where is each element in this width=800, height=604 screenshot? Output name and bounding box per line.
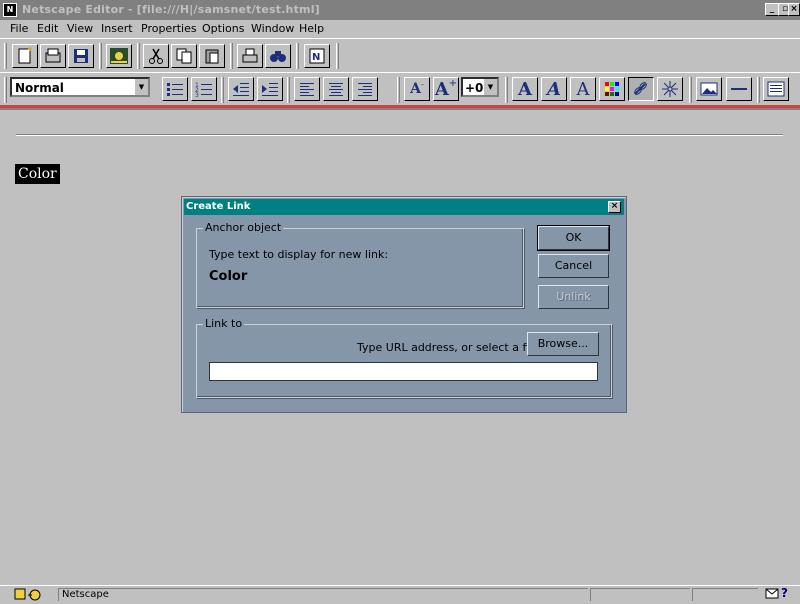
chevron-down-icon[interactable]: ▼: [134, 79, 148, 95]
chevron-down-icon[interactable]: ▼: [483, 79, 497, 95]
toolbar-separator: [757, 77, 760, 103]
numbered-list-icon[interactable]: 123: [191, 77, 217, 101]
find-icon[interactable]: [265, 44, 291, 68]
toolbar-separator: [287, 77, 290, 103]
align-left-icon[interactable]: [294, 77, 320, 101]
selected-text[interactable]: Color: [15, 164, 60, 184]
publish-icon[interactable]: [106, 44, 132, 68]
standard-toolbar: N: [0, 38, 800, 73]
help-icon[interactable]: ?: [781, 586, 795, 600]
anchor-text: Color: [209, 269, 248, 284]
font-size-select[interactable]: +0 ▼: [461, 77, 499, 97]
status-bar: Netscape ?: [0, 585, 800, 601]
italic-icon[interactable]: A: [541, 77, 567, 101]
table-icon[interactable]: [763, 77, 789, 101]
target-icon[interactable]: [657, 77, 683, 101]
toolbar-grip[interactable]: [4, 43, 7, 69]
align-right-icon[interactable]: [352, 77, 378, 101]
close-window-icon[interactable]: ×: [788, 3, 800, 16]
menu-properties[interactable]: Properties: [141, 22, 197, 35]
status-text-panel: Netscape: [58, 588, 588, 601]
svg-text:N: N: [312, 52, 320, 63]
dialog-title: Create Link: [186, 201, 251, 212]
netscape-icon[interactable]: N: [3, 3, 17, 17]
menu-window[interactable]: Window: [251, 22, 294, 35]
browse-button[interactable]: Browse...: [527, 332, 599, 356]
open-icon[interactable]: [40, 44, 66, 68]
paste-icon[interactable]: [199, 44, 225, 68]
menu-help[interactable]: Help: [299, 22, 324, 35]
status-panel: [692, 588, 758, 601]
menu-file[interactable]: File: [10, 22, 28, 35]
image-icon[interactable]: [696, 77, 722, 101]
toolbar-separator: [689, 77, 692, 103]
menu-insert[interactable]: Insert: [101, 22, 133, 35]
browse-icon[interactable]: N: [304, 44, 330, 68]
status-progress-panel: [590, 588, 690, 601]
svg-text:3: 3: [195, 92, 199, 97]
new-doc-icon[interactable]: [12, 44, 38, 68]
mail-icon[interactable]: [765, 587, 779, 599]
fixed-width-icon[interactable]: A: [570, 77, 596, 101]
decrease-indent-icon[interactable]: [228, 77, 254, 101]
copy-icon[interactable]: [171, 44, 197, 68]
security-key-icon[interactable]: [12, 587, 46, 601]
anchor-group-label: Anchor object: [203, 221, 284, 234]
toolbar-separator: [137, 43, 140, 69]
link-icon[interactable]: [628, 77, 654, 101]
unlink-button[interactable]: Unlink: [538, 285, 609, 309]
menu-options[interactable]: Options: [202, 22, 244, 35]
increase-font-icon[interactable]: A +: [433, 77, 459, 101]
url-input[interactable]: [209, 362, 598, 381]
toolbar-grip[interactable]: [4, 77, 7, 103]
window-titlebar[interactable]: N Netscape Editor - [file:///H|/samsnet/…: [0, 0, 800, 20]
status-text: Netscape: [62, 589, 109, 600]
menu-bar: File Edit View Insert Properties Options…: [0, 20, 800, 38]
print-icon[interactable]: [237, 44, 263, 68]
align-center-icon[interactable]: [323, 77, 349, 101]
paragraph-style-select[interactable]: Normal ▼: [10, 77, 150, 97]
toolbar-separator: [99, 43, 102, 69]
anchor-prompt: Type text to display for new link:: [209, 248, 389, 261]
toolbar-separator: [296, 43, 299, 69]
toolbar-separator: [397, 77, 400, 103]
menu-view[interactable]: View: [67, 22, 93, 35]
minimize-icon[interactable]: _: [765, 3, 779, 16]
horizontal-rule: [16, 134, 783, 136]
ok-button[interactable]: OK: [537, 225, 610, 251]
menu-edit[interactable]: Edit: [37, 22, 58, 35]
close-icon[interactable]: ×: [608, 201, 621, 213]
toolbar-separator: [505, 77, 508, 103]
hline-icon[interactable]: [726, 77, 752, 101]
toolbar-separator: [221, 77, 224, 103]
increase-indent-icon[interactable]: [257, 77, 283, 101]
cut-icon[interactable]: [143, 44, 169, 68]
anchor-object-group: Anchor object Type text to display for n…: [196, 221, 524, 308]
decrease-font-icon[interactable]: A-: [404, 77, 430, 101]
bold-icon[interactable]: A: [512, 77, 538, 101]
color-icon[interactable]: [599, 77, 625, 101]
url-prompt: Type URL address, or select a file:: [357, 341, 543, 354]
bullet-list-icon[interactable]: [162, 77, 188, 101]
create-link-dialog: Create Link × Anchor object Type text to…: [181, 196, 627, 413]
toolbar-separator: [336, 43, 339, 69]
save-icon[interactable]: [68, 44, 94, 68]
window-title: Netscape Editor - [file:///H|/samsnet/te…: [22, 3, 320, 16]
cancel-button[interactable]: Cancel: [538, 254, 609, 278]
link-group-label: Link to: [203, 317, 245, 330]
paragraph-style-value: Normal: [15, 81, 64, 95]
toolbar-separator: [230, 43, 233, 69]
dialog-titlebar[interactable]: Create Link ×: [184, 199, 624, 215]
font-size-value: +0: [465, 81, 484, 95]
